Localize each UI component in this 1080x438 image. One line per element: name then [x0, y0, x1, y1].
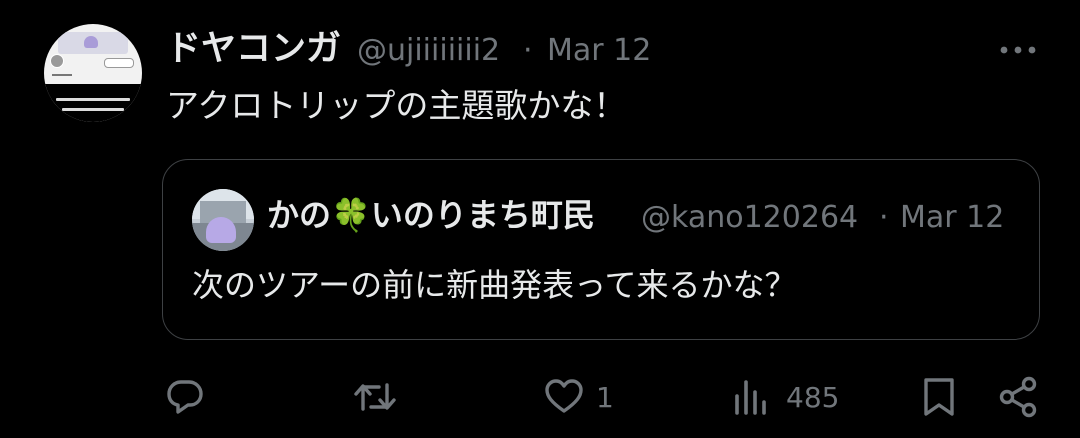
quoted-author-name[interactable]: かの🍀いのりまち町民 [267, 194, 631, 236]
reply-icon [167, 380, 203, 414]
like-count: 1 [596, 381, 614, 414]
separator-dot: · [523, 33, 533, 68]
tweet-date[interactable]: Mar 12 [547, 31, 651, 71]
bookmark-button[interactable] [921, 376, 957, 418]
tweet-text: アクロトリップの主題歌かな！ [166, 86, 627, 125]
quoted-tweet-text: 次のツアーの前に新曲発表って来るかな？ [192, 266, 797, 304]
like-button[interactable] [543, 376, 585, 418]
author-avatar[interactable] [44, 24, 142, 122]
share-icon [999, 376, 1037, 418]
quoted-tweet[interactable]: かの🍀いのりまち町民 @kano120264 · Mar 12 次のツアーの前に… [162, 159, 1040, 340]
more-button[interactable] [998, 38, 1038, 62]
quoted-author-handle[interactable]: @kano120264 [641, 198, 877, 238]
repost-icon [354, 383, 396, 411]
quoted-date[interactable]: Mar 12 [900, 198, 1004, 238]
author-handle[interactable]: @ujiiiiiiii2 [357, 31, 500, 71]
tweet-card[interactable]: ドヤコンガ @ujiiiiiiii2 · Mar 12 アクロトリップの主題歌か… [0, 0, 1080, 438]
share-button[interactable] [998, 376, 1038, 418]
clover-emoji: 🍀 [331, 196, 371, 234]
quoted-separator-dot: · [879, 200, 889, 235]
more-icon [1000, 46, 1036, 54]
quoted-author-avatar[interactable] [192, 189, 254, 251]
views-count: 485 [786, 381, 840, 414]
views-button[interactable] [733, 376, 771, 418]
views-icon [735, 380, 766, 415]
author-display-name[interactable]: ドヤコンガ [166, 27, 341, 71]
bookmark-icon [924, 378, 954, 416]
like-icon [545, 379, 583, 413]
repost-button[interactable] [353, 376, 397, 418]
reply-button[interactable] [164, 376, 206, 418]
